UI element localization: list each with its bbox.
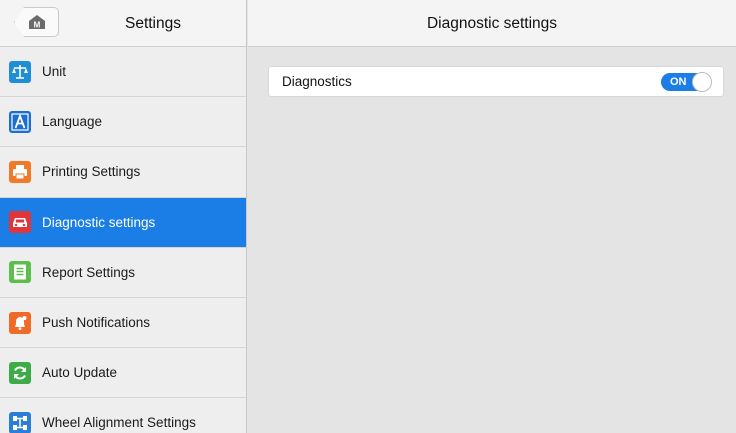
sidebar-item-label: Language: [42, 114, 103, 130]
toggle-knob: [692, 71, 712, 92]
sidebar-item-wheel-alignment-settings[interactable]: Wheel Alignment Settings: [0, 398, 246, 433]
sidebar-item-push-notifications[interactable]: Push Notifications: [0, 297, 246, 349]
sidebar-header: M Settings: [0, 0, 246, 47]
sidebar-item-label: Auto Update: [42, 365, 118, 381]
settings-menu: Unit Language Printing Settings Diagnost…: [0, 47, 246, 433]
sidebar-item-label: Report Settings: [42, 264, 136, 280]
home-icon: M: [28, 15, 45, 30]
home-icon-letter: M: [33, 21, 40, 30]
sidebar-item-label: Wheel Alignment Settings: [42, 415, 196, 431]
printer-icon: [9, 160, 31, 183]
sidebar-item-label: Diagnostic settings: [42, 214, 156, 230]
sidebar-item-unit[interactable]: Unit: [0, 47, 246, 98]
sidebar-item-printing-settings[interactable]: Printing Settings: [0, 147, 246, 198]
sidebar-item-label: Unit: [42, 64, 67, 80]
sidebar-title: Settings: [124, 15, 181, 32]
bell-icon: [9, 311, 31, 334]
sidebar-item-language[interactable]: Language: [0, 97, 246, 148]
page-title: Diagnostic settings: [248, 0, 736, 47]
toggle-state-label: ON: [670, 75, 687, 88]
sidebar-item-report-settings[interactable]: Report Settings: [0, 247, 246, 298]
diagnostics-toggle[interactable]: ON: [661, 71, 712, 92]
sidebar: M Settings Unit Language Printing Settin…: [0, 0, 247, 433]
diagnostics-setting-row: Diagnostics ON: [268, 66, 724, 97]
language-a-icon: [9, 110, 31, 133]
main-panel: Diagnostic settings Diagnostics ON: [248, 0, 736, 433]
diagnostics-label: Diagnostics: [282, 74, 352, 89]
home-button[interactable]: M: [14, 7, 59, 37]
sidebar-item-diagnostic-settings[interactable]: Diagnostic settings: [0, 197, 246, 248]
car-icon: [9, 211, 31, 234]
sidebar-item-auto-update[interactable]: Auto Update: [0, 348, 246, 399]
report-icon: [9, 261, 31, 284]
wheel-alignment-icon: [9, 411, 31, 433]
sidebar-item-label: Push Notifications: [42, 315, 151, 331]
scale-icon: [9, 60, 31, 83]
refresh-icon: [9, 361, 31, 384]
sidebar-item-label: Printing Settings: [42, 164, 141, 180]
